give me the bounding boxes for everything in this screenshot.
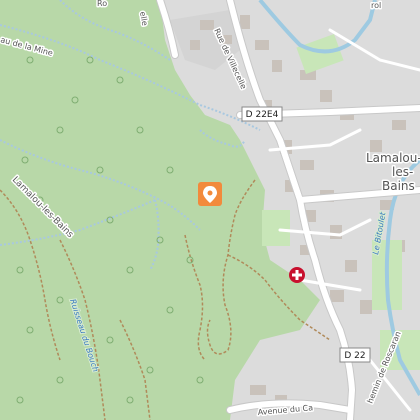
street-label-top-left: Ro — [97, 0, 107, 8]
town-label-line2: les- — [392, 165, 413, 179]
road-shield-d22: D 22 — [339, 347, 371, 363]
town-label-line1: Lamalou- — [366, 151, 420, 165]
map-view[interactable]: au de la Mine Ro elle rol Rue de Villece… — [0, 0, 420, 420]
location-pin[interactable] — [198, 182, 222, 206]
street-label-top-right: rol — [371, 1, 381, 10]
road-shield-d22e4-label: D 22E4 — [246, 110, 279, 120]
hospital-marker[interactable] — [289, 267, 305, 283]
road-shield-d22-label: D 22 — [344, 351, 365, 361]
town-label-line3: Bains — [382, 179, 415, 193]
road-shield-d22e4: D 22E4 — [241, 106, 283, 122]
